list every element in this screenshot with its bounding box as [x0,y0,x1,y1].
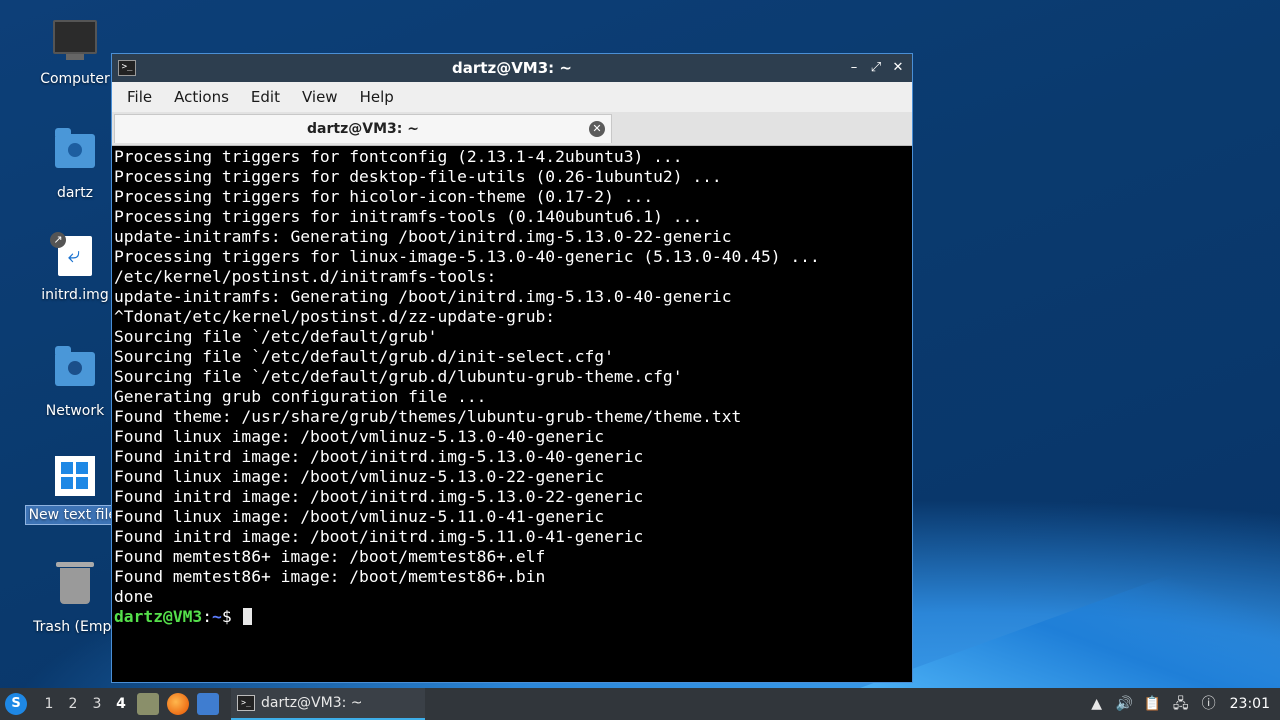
terminal-line: Found initrd image: /boot/initrd.img-5.1… [114,527,644,546]
menubar: File Actions Edit View Help [112,82,912,112]
workspace-2[interactable]: 2 [61,696,85,712]
volume-icon[interactable]: 🔊 [1116,695,1134,713]
terminal-line: Found memtest86+ image: /boot/memtest86+… [114,547,546,566]
menu-view[interactable]: View [291,88,349,106]
terminal-line: Sourcing file `/etc/default/grub.d/lubun… [114,367,683,386]
menu-help[interactable]: Help [349,88,405,106]
terminal-line: Found initrd image: /boot/initrd.img-5.1… [114,487,644,506]
clipboard-icon[interactable]: 📋 [1144,695,1162,713]
network-icon[interactable]: 🖧 [1172,695,1190,713]
terminal-line: Processing triggers for desktop-file-uti… [114,167,722,186]
start-menu-icon[interactable]: S [5,693,27,715]
terminal-line: Sourcing file `/etc/default/grub' [114,327,438,346]
network-folder-icon [53,346,97,396]
desktop-icon-label: Network [45,403,105,419]
menu-file[interactable]: File [116,88,163,106]
terminal-icon: >_ [237,695,255,711]
tab-close-icon[interactable]: ✕ [589,121,605,137]
show-desktop-icon[interactable] [137,693,159,715]
computer-icon [53,20,97,64]
terminal-window[interactable]: >_ dartz@VM3: ~ – ⤢ ✕ File Actions Edit … [111,53,913,683]
workspace-4[interactable]: 4 [109,696,133,712]
prompt-line[interactable]: dartz@VM3:~$ [114,607,912,627]
desktop-icon-label: New text file. [24,505,126,525]
prompt-symbol: $ [221,607,242,626]
terminal-line: Found linux image: /boot/vmlinuz-5.13.0-… [114,427,605,446]
tab-bar: dartz@VM3: ~ ✕ [112,112,912,146]
close-button[interactable]: ✕ [890,60,906,76]
workspace-1[interactable]: 1 [37,696,61,712]
file-manager-icon[interactable] [197,693,219,715]
terminal-line: Found linux image: /boot/vmlinuz-5.13.0-… [114,467,605,486]
desktop-icon-label: Trash (Empt [33,619,117,635]
prompt-path: ~ [212,607,222,626]
workspace-3[interactable]: 3 [85,696,109,712]
taskbar-task-terminal[interactable]: >_ dartz@VM3: ~ [231,688,425,720]
menu-edit[interactable]: Edit [240,88,291,106]
window-title: dartz@VM3: ~ [452,59,572,77]
desktop-icon-label: initrd.img [41,287,109,303]
desktop-icon-label: dartz [56,185,94,201]
terminal-line: update-initramfs: Generating /boot/initr… [114,287,732,306]
desktop-icon-label: Computer [40,71,110,87]
system-tray: ▲ 🔊 📋 🖧 ⓘ 23:01 [1088,695,1270,713]
symlink-file-icon: ↗ ⤶ [50,232,97,280]
terminal-line: update-initramfs: Generating /boot/initr… [114,227,732,246]
clock[interactable]: 23:01 [1230,696,1270,712]
text-file-icon [53,456,97,500]
task-label: dartz@VM3: ~ [261,695,363,711]
terminal-line: Found theme: /usr/share/grub/themes/lubu… [114,407,742,426]
trash-icon [53,562,97,612]
terminal-icon[interactable]: >_ [118,60,136,76]
prompt-separator: : [202,607,213,626]
terminal-line: Processing triggers for hicolor-icon-the… [114,187,654,206]
firefox-icon[interactable] [167,693,189,715]
terminal-line: Processing triggers for linux-image-5.13… [114,247,820,266]
terminal-output[interactable]: Processing triggers for fontconfig (2.13… [114,147,912,682]
tab-label: dartz@VM3: ~ [307,121,419,137]
terminal-tab[interactable]: dartz@VM3: ~ ✕ [114,114,612,143]
terminal-line: done [114,587,154,606]
terminal-line: Found linux image: /boot/vmlinuz-5.11.0-… [114,507,605,526]
window-titlebar[interactable]: >_ dartz@VM3: ~ – ⤢ ✕ [112,54,912,82]
maximize-button[interactable]: ⤢ [868,60,884,76]
update-notifier-icon[interactable]: ⓘ [1200,695,1218,713]
text-cursor [243,608,253,625]
terminal-line: ^Tdonat/etc/kernel/postinst.d/zz-update-… [114,307,556,326]
terminal-line: Processing triggers for fontconfig (2.13… [114,147,683,166]
taskbar: S 1 2 3 4 >_ dartz@VM3: ~ ▲ 🔊 📋 🖧 ⓘ 23:0… [0,688,1280,720]
menu-actions[interactable]: Actions [163,88,240,106]
terminal-line: /etc/kernel/postinst.d/initramfs-tools: [114,267,497,286]
terminal-line: Generating grub configuration file ... [114,387,487,406]
prompt-user-host: dartz@VM3 [114,607,203,626]
terminal-line: Sourcing file `/etc/default/grub.d/init-… [114,347,614,366]
minimize-button[interactable]: – [846,60,862,76]
terminal-line: Found initrd image: /boot/initrd.img-5.1… [114,447,644,466]
home-folder-icon [53,128,97,178]
tray-arrow-icon[interactable]: ▲ [1088,695,1106,713]
terminal-line: Processing triggers for initramfs-tools … [114,207,703,226]
terminal-line: Found memtest86+ image: /boot/memtest86+… [114,567,546,586]
